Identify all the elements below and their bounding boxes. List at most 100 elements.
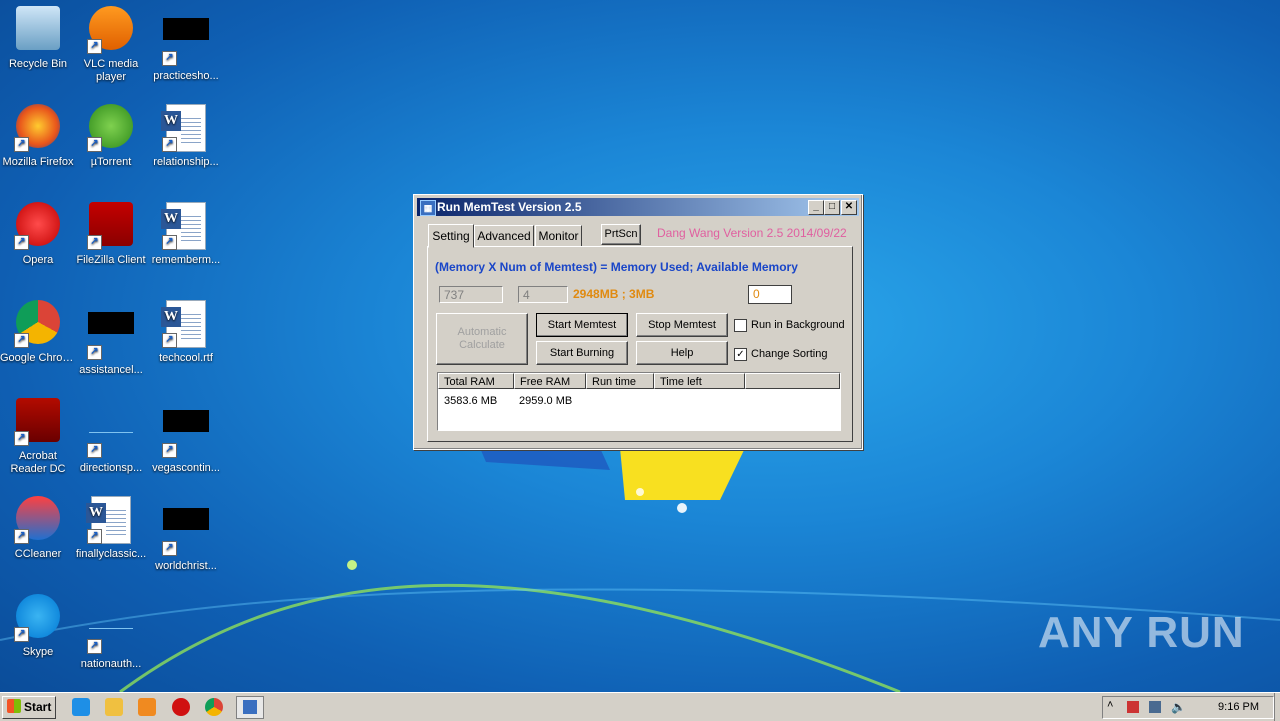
tab-monitor[interactable]: Monitor — [535, 225, 582, 247]
volume-icon[interactable]: 🔈 — [1171, 700, 1186, 714]
desktop-icon-label: finallyclassic... — [75, 548, 147, 560]
title-bar[interactable]: ▦ Run MemTest Version 2.5 _ □ ✕ — [417, 198, 859, 216]
word-doc-icon: W ↗ — [161, 104, 210, 152]
desktop-icon-label: practicesho... — [153, 70, 219, 82]
ccleaner-icon: ↗ — [14, 496, 62, 544]
tab-advanced[interactable]: Advanced — [474, 225, 534, 247]
show-desktop-button[interactable] — [1274, 693, 1280, 721]
desktop-icon[interactable]: W ↗ rememberm... — [148, 202, 224, 267]
desktop-icon-label: Acrobat Reader DC — [10, 450, 66, 475]
shortcut-arrow-icon: ↗ — [162, 51, 177, 66]
desktop-icon[interactable]: W ↗ finallyclassic... — [73, 496, 149, 561]
action-center-icon[interactable] — [1127, 701, 1139, 713]
desktop-icon[interactable]: ↗ Opera — [0, 202, 76, 267]
desktop-icon[interactable]: ↗ Acrobat Reader DC — [0, 398, 76, 476]
shortcut-arrow-icon: ↗ — [14, 529, 29, 544]
desktop-icon[interactable]: ↗ worldchrist... — [148, 496, 224, 573]
desktop-icon-label: Skype — [22, 646, 54, 658]
clock[interactable]: 9:16 PM — [1218, 697, 1259, 718]
automatic-calculate-button[interactable]: Automatic Calculate — [436, 313, 528, 365]
shortcut-arrow-icon: ↗ — [14, 627, 29, 642]
desktop-icon[interactable]: ↗ Google Chrome — [0, 300, 76, 365]
close-button[interactable]: ✕ — [841, 200, 857, 215]
desktop-icon-label: VLC media player — [83, 58, 139, 83]
desktop-icon[interactable]: W ↗ relationship... — [148, 104, 224, 169]
desktop-icon-label: Opera — [22, 254, 54, 266]
tab-setting[interactable]: Setting — [428, 224, 474, 248]
maximize-button[interactable]: □ — [824, 200, 840, 215]
help-button[interactable]: Help — [636, 341, 728, 365]
system-tray: ˄ 🔈 9:16 PM — [1102, 696, 1274, 719]
desktop-icon-label: CCleaner — [14, 548, 62, 560]
word-doc-icon: W ↗ — [161, 202, 210, 250]
run-in-background-checkbox[interactable] — [734, 319, 747, 332]
start-label: Start — [24, 700, 52, 714]
chrome-icon[interactable] — [205, 698, 223, 716]
vlc-icon: ↗ — [87, 6, 135, 54]
minimize-button[interactable]: _ — [808, 200, 824, 215]
run-in-background-label: Run in Background — [751, 319, 845, 331]
extra-value-field[interactable]: 0 — [748, 285, 792, 304]
desktop-icon[interactable]: ↗ practicesho... — [148, 6, 224, 83]
col-time-left[interactable]: Time left — [654, 373, 745, 389]
opera-icon[interactable] — [172, 698, 190, 716]
desktop-icon-label: µTorrent — [90, 156, 132, 168]
ie-icon[interactable] — [72, 698, 90, 716]
file-icon: ↗ — [162, 410, 210, 458]
desktop-icon[interactable]: ↗ vegascontin... — [148, 398, 224, 475]
desktop-icon[interactable]: ↗ µTorrent — [73, 104, 149, 169]
network-icon[interactable] — [1149, 701, 1161, 713]
memtest-results-list[interactable]: Total RAM Free RAM Run time Time left 35… — [437, 372, 841, 431]
desktop-icon-label: Mozilla Firefox — [2, 156, 74, 168]
start-burning-button[interactable]: Start Burning — [536, 341, 628, 365]
shortcut-arrow-icon: ↗ — [87, 443, 102, 458]
col-free-ram[interactable]: Free RAM — [514, 373, 586, 389]
shortcut-arrow-icon: ↗ — [87, 137, 102, 152]
shortcut-arrow-icon: ↗ — [87, 235, 102, 250]
memory-per-test-field[interactable]: 737 — [439, 286, 503, 303]
shortcut-arrow-icon: ↗ — [87, 639, 102, 654]
chrome-icon: ↗ — [14, 300, 62, 348]
memtest-app-icon: ▦ — [420, 200, 436, 216]
word-doc-icon: W ↗ — [86, 496, 135, 544]
taskbar: Start ˄ 🔈 9:16 PM — [0, 692, 1280, 721]
desktop-icon[interactable]: ↗ VLC media player — [73, 6, 149, 84]
desktop-icon[interactable]: ↗ assistancel... — [73, 300, 149, 377]
media-player-icon[interactable] — [138, 698, 156, 716]
desktop-icon[interactable]: W ↗ techcool.rtf — [148, 300, 224, 365]
desktop-icon[interactable]: ↗ nationauth... — [73, 594, 149, 671]
cell-free-ram: 2959.0 MB — [519, 395, 573, 407]
shortcut-arrow-icon: ↗ — [14, 137, 29, 152]
desktop-icon[interactable]: ↗ Skype — [0, 594, 76, 659]
shortcut-arrow-icon: ↗ — [162, 137, 177, 152]
shortcut-arrow-icon: ↗ — [87, 529, 102, 544]
file-icon: ↗ — [162, 18, 210, 66]
desktop-icon[interactable]: ↗ FileZilla Client — [73, 202, 149, 267]
change-sorting-checkbox[interactable]: ✓ — [734, 348, 747, 361]
utorrent-icon: ↗ — [87, 104, 135, 152]
num-memtest-field[interactable]: 4 — [518, 286, 568, 303]
desktop-icon[interactable]: ↗ CCleaner — [0, 496, 76, 561]
col-run-time[interactable]: Run time — [586, 373, 654, 389]
start-button[interactable]: Start — [2, 696, 56, 719]
desktop-icon-label: rememberm... — [151, 254, 221, 266]
memtest-icon — [243, 700, 257, 714]
explorer-icon[interactable] — [105, 698, 123, 716]
desktop-icon-label: vegascontin... — [152, 462, 220, 474]
opera-icon: ↗ — [14, 202, 62, 250]
prtscn-button[interactable]: PrtScn — [601, 224, 641, 245]
shortcut-arrow-icon: ↗ — [14, 431, 29, 446]
desktop-icon[interactable]: ↗ directionsp... — [73, 398, 149, 475]
shortcut-arrow-icon: ↗ — [14, 333, 29, 348]
start-memtest-button[interactable]: Start Memtest — [536, 313, 628, 337]
memtest-taskbar-button[interactable] — [236, 696, 264, 719]
cell-total-ram: 3583.6 MB — [444, 395, 498, 407]
shortcut-arrow-icon: ↗ — [14, 235, 29, 250]
shortcut-arrow-icon: ↗ — [162, 443, 177, 458]
desktop-icon[interactable]: ↗ Mozilla Firefox — [0, 104, 76, 169]
tray-expand-icon[interactable]: ˄ — [1107, 699, 1113, 711]
desktop-icon[interactable]: Recycle Bin — [0, 6, 76, 71]
stop-memtest-button[interactable]: Stop Memtest — [636, 313, 728, 337]
col-total-ram[interactable]: Total RAM — [438, 373, 514, 389]
desktop-icon-label: nationauth... — [80, 658, 142, 670]
